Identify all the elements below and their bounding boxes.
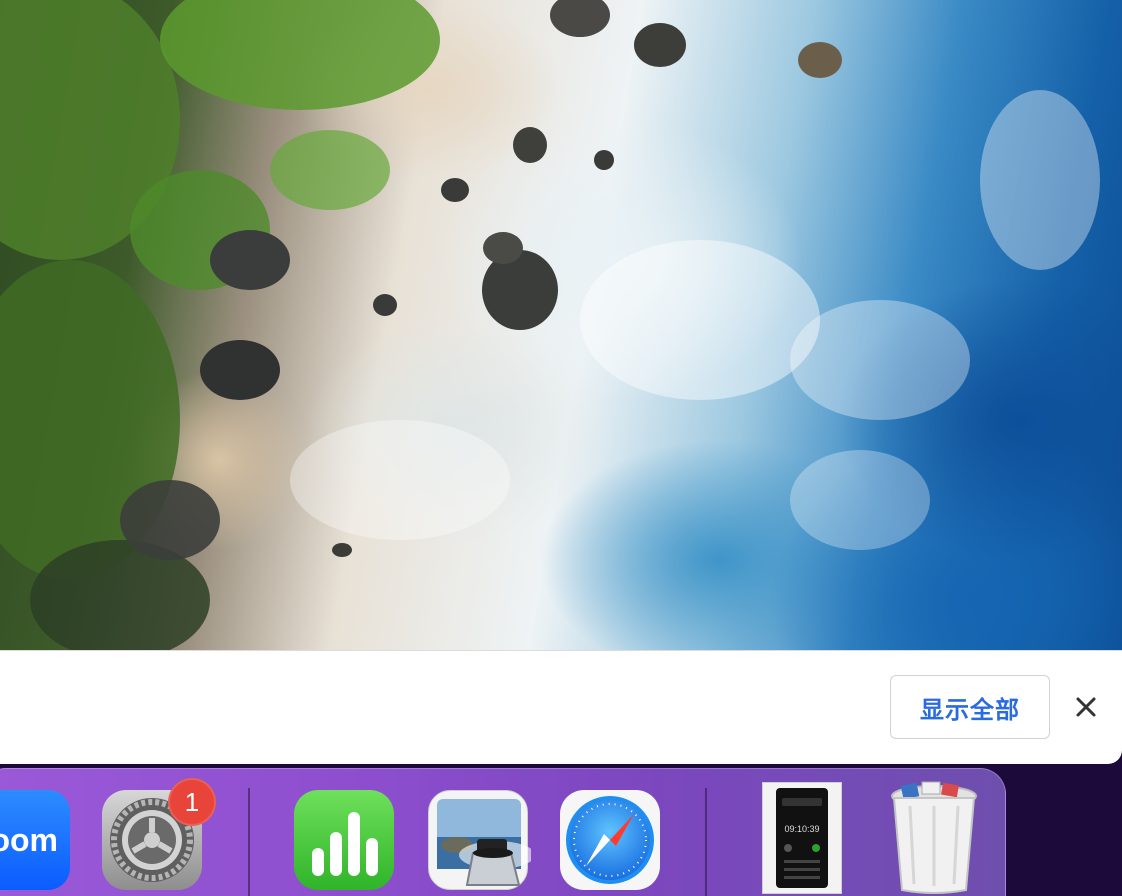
dock-app-safari[interactable] xyxy=(560,790,660,890)
dock-separator xyxy=(248,788,250,896)
close-icon xyxy=(1076,697,1096,717)
dock-app-numbers[interactable] xyxy=(294,790,394,890)
show-all-button[interactable]: 显示全部 xyxy=(890,675,1050,739)
notification-badge: 1 xyxy=(168,778,216,826)
zoom-icon: oom xyxy=(0,821,58,858)
trash-icon xyxy=(891,781,977,894)
dock-app-trash[interactable] xyxy=(888,780,980,894)
preview-icon xyxy=(437,799,531,886)
thumbnail-text: 09:10:39 xyxy=(784,824,819,834)
compass-icon xyxy=(566,796,654,884)
document-thumbnail-icon: 09:10:39 xyxy=(776,788,828,888)
dock-app-preview[interactable] xyxy=(428,790,531,890)
bar-chart-icon xyxy=(312,812,378,876)
wallpaper-art xyxy=(0,0,1100,650)
dock-separator xyxy=(705,788,707,896)
close-button[interactable] xyxy=(1066,687,1106,727)
notification-bar: 显示全部 xyxy=(0,650,1122,764)
dock-item-document[interactable]: 09:10:39 xyxy=(762,782,842,894)
dock-app-zoom[interactable]: oom xyxy=(0,790,70,890)
desktop-wallpaper xyxy=(0,0,1122,650)
